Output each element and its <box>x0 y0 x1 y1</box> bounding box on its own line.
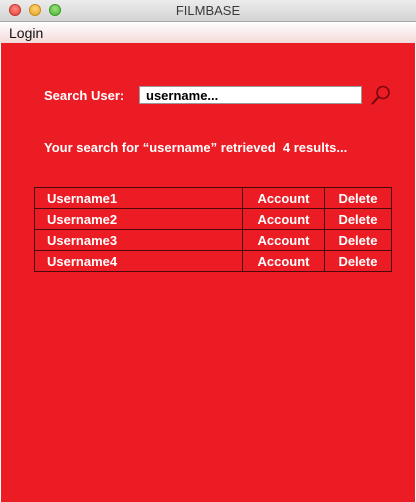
account-button[interactable]: Account <box>242 208 325 230</box>
main-panel: Search User: Your search for “username” … <box>1 43 415 502</box>
search-results-summary: Your search for “username” retrieved 4 r… <box>44 140 348 155</box>
username-cell: Username1 <box>33 187 244 209</box>
search-icon[interactable] <box>370 84 392 106</box>
username-cell: Username2 <box>33 208 244 230</box>
table-row: Username1 Account Delete <box>33 187 393 209</box>
search-user-input[interactable] <box>139 86 362 104</box>
title-bar: FILMBASE <box>0 0 416 22</box>
delete-button[interactable]: Delete <box>323 208 393 230</box>
table-row: Username3 Account Delete <box>33 229 393 251</box>
account-button[interactable]: Account <box>242 250 325 272</box>
username-cell: Username4 <box>33 250 244 272</box>
table-row: Username2 Account Delete <box>33 208 393 230</box>
delete-button[interactable]: Delete <box>323 187 393 209</box>
username-cell: Username3 <box>33 229 244 251</box>
delete-button[interactable]: Delete <box>323 250 393 272</box>
window-title: FILMBASE <box>175 3 241 18</box>
account-button[interactable]: Account <box>242 229 325 251</box>
results-table: Username1 Account Delete Username2 Account De… <box>33 187 393 272</box>
app-window: FILMBASE Login Search User: Your search … <box>0 0 416 502</box>
menu-item-login[interactable]: Login <box>9 25 43 41</box>
delete-button[interactable]: Delete <box>323 229 393 251</box>
menu-bar: Login <box>0 22 416 43</box>
search-user-label: Search User: <box>44 88 125 103</box>
account-button[interactable]: Account <box>242 187 325 209</box>
table-row: Username4 Account Delete <box>33 250 393 272</box>
